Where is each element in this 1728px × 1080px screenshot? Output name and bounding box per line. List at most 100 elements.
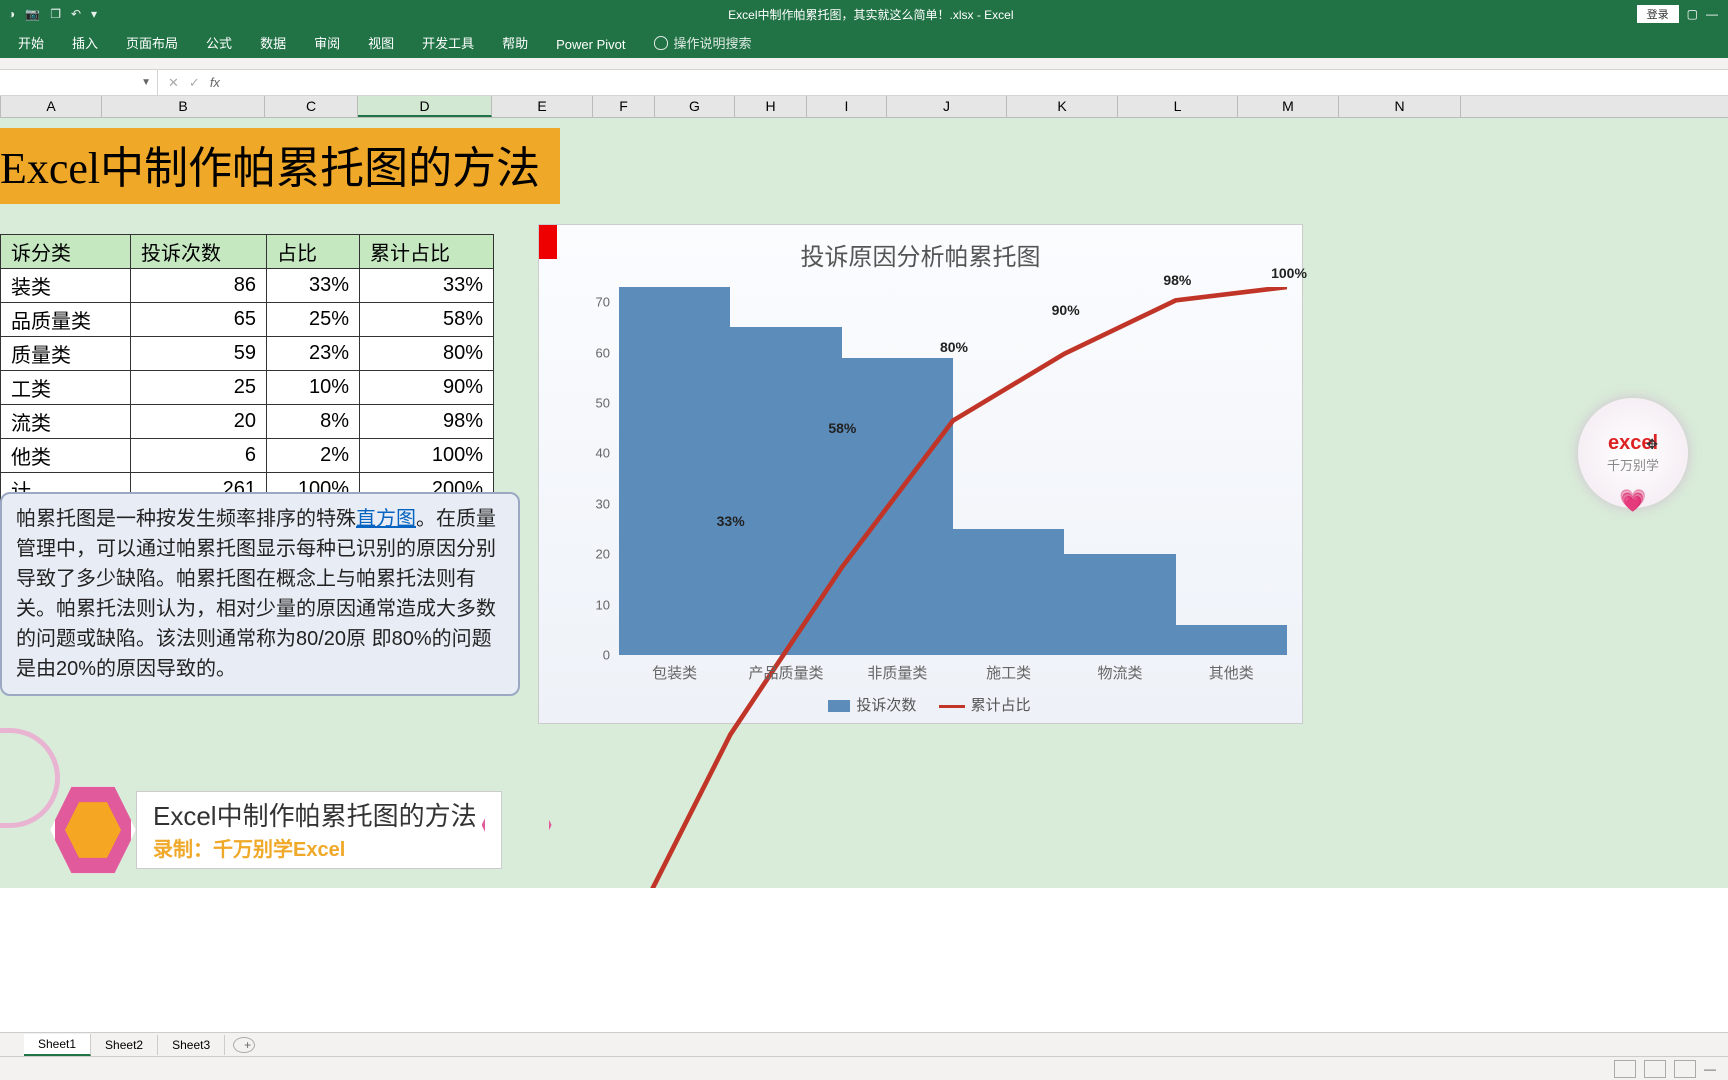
tab-formulas[interactable]: 公式 [192, 27, 246, 58]
table-row[interactable]: 质量类5923%80% [1, 337, 494, 371]
table-cell[interactable]: 他类 [1, 439, 131, 473]
table-cell[interactable]: 59 [131, 337, 267, 371]
data-table[interactable]: 诉分类投诉次数占比累计占比装类8633%33%品质量类6525%58%质量类59… [0, 234, 494, 507]
table-cell[interactable]: 25% [267, 303, 360, 337]
table-cell[interactable]: 23% [267, 337, 360, 371]
col-header-G[interactable]: G [655, 96, 735, 117]
title-bar: ◑ 📷 ❐ ↶ ▾ Excel中制作帕累托图，其实就这么简单！.xlsx - E… [0, 0, 1728, 28]
col-header-M[interactable]: M [1238, 96, 1339, 117]
table-cell[interactable]: 流类 [1, 405, 131, 439]
name-box[interactable]: ▼ [0, 70, 158, 95]
table-row[interactable]: 他类62%100% [1, 439, 494, 473]
col-header-C[interactable]: C [265, 96, 358, 117]
table-cell[interactable]: 33% [267, 269, 360, 303]
table-cell[interactable]: 6 [131, 439, 267, 473]
table-row[interactable]: 装类8633%33% [1, 269, 494, 303]
table-cell[interactable]: 25 [131, 371, 267, 405]
ribbon-body [0, 58, 1728, 70]
worksheet[interactable]: Excel中制作帕累托图的方法 诉分类投诉次数占比累计占比装类8633%33%品… [0, 118, 1728, 888]
table-row[interactable]: 品质量类6525%58% [1, 303, 494, 337]
table-cell[interactable]: 2% [267, 439, 360, 473]
sheet-tab-Sheet3[interactable]: Sheet3 [158, 1035, 225, 1055]
table-row[interactable]: 流类208%98% [1, 405, 494, 439]
camera-icon[interactable]: 📷 [25, 7, 40, 21]
data-label: 98% [1163, 272, 1191, 288]
window-title: Excel中制作帕累托图，其实就这么简单！.xlsx - Excel [105, 6, 1637, 23]
tab-review[interactable]: 审阅 [300, 27, 354, 58]
table-cell[interactable]: 10% [267, 371, 360, 405]
desc-text-post: 。在质量管理中，可以通过帕累托图显示每种已识别的原因分别导致了多少缺陷。帕累托图… [16, 508, 496, 680]
col-header-A[interactable]: A [1, 96, 102, 117]
table-cell[interactable]: 58% [360, 303, 494, 337]
save-icon[interactable]: ❐ [50, 7, 61, 21]
tab-view[interactable]: 视图 [354, 27, 408, 58]
tell-me[interactable]: 操作说明搜索 [640, 27, 766, 58]
page-break-view-icon[interactable] [1674, 1060, 1696, 1078]
watermark-logo: excel 千万别学 ✥ 💗 [1578, 398, 1688, 508]
sheet-tab-Sheet1[interactable]: Sheet1 [24, 1034, 91, 1056]
table-cell[interactable]: 98% [360, 405, 494, 439]
lightbulb-icon [654, 36, 668, 50]
col-header-L[interactable]: L [1118, 96, 1238, 117]
zoom-out-icon[interactable]: — [1704, 1062, 1716, 1076]
page-layout-view-icon[interactable] [1644, 1060, 1666, 1078]
add-sheet-button[interactable]: + [233, 1037, 255, 1053]
normal-view-icon[interactable] [1614, 1060, 1636, 1078]
table-cell[interactable]: 86 [131, 269, 267, 303]
legend-line-label: 累计占比 [971, 697, 1031, 714]
col-header-F[interactable]: F [593, 96, 655, 117]
ribbon-options-icon[interactable]: ▢ [1687, 7, 1698, 21]
histogram-link[interactable]: 直方图 [356, 508, 416, 530]
table-header[interactable]: 投诉次数 [131, 235, 267, 269]
login-button[interactable]: 登录 [1637, 5, 1679, 23]
fx-icon[interactable]: fx [210, 75, 220, 90]
table-cell[interactable]: 装类 [1, 269, 131, 303]
tab-help[interactable]: 帮助 [488, 27, 542, 58]
table-cell[interactable]: 33% [360, 269, 494, 303]
chart-handle[interactable] [539, 225, 557, 259]
table-cell[interactable]: 品质量类 [1, 303, 131, 337]
enter-icon[interactable]: ✓ [189, 75, 200, 91]
tab-developer[interactable]: 开发工具 [408, 27, 488, 58]
table-cell[interactable]: 20 [131, 405, 267, 439]
pareto-chart[interactable]: 投诉原因分析帕累托图 010203040506070 33%58%80%90%9… [538, 224, 1303, 724]
table-cell[interactable]: 80% [360, 337, 494, 371]
tab-home[interactable]: 开始 [4, 27, 58, 58]
formula-bar: ▼ ✕ ✓ fx [0, 70, 1728, 96]
table-row[interactable]: 工类2510%90% [1, 371, 494, 405]
namebox-dropdown-icon[interactable]: ▼ [141, 77, 151, 88]
table-cell[interactable]: 工类 [1, 371, 131, 405]
col-header-I[interactable]: I [807, 96, 887, 117]
col-header-K[interactable]: K [1007, 96, 1118, 117]
col-header-E[interactable]: E [492, 96, 593, 117]
table-header[interactable]: 占比 [267, 235, 360, 269]
col-header-H[interactable]: H [735, 96, 807, 117]
col-header-J[interactable]: J [887, 96, 1007, 117]
tab-page-layout[interactable]: 页面布局 [112, 27, 192, 58]
minimize-icon[interactable]: — [1706, 7, 1718, 21]
tab-powerpivot[interactable]: Power Pivot [542, 31, 639, 58]
tab-data[interactable]: 数据 [246, 27, 300, 58]
col-header-D[interactable]: D [358, 96, 492, 117]
table-cell[interactable]: 8% [267, 405, 360, 439]
cancel-icon[interactable]: ✕ [168, 75, 179, 91]
col-header-B[interactable]: B [102, 96, 265, 117]
caption-line2: 录制：千万别学Excel [153, 833, 477, 862]
y-tick: 10 [596, 597, 610, 612]
video-caption: Excel中制作帕累托图的方法 录制：千万别学Excel [50, 782, 502, 878]
table-cell[interactable]: 90% [360, 371, 494, 405]
undo-icon[interactable]: ↶ [71, 7, 81, 21]
ribbon-tabs: 开始 插入 页面布局 公式 数据 审阅 视图 开发工具 帮助 Power Piv… [0, 28, 1728, 58]
data-label: 58% [828, 420, 856, 436]
autosave-icon[interactable]: ◑ [8, 7, 15, 21]
table-cell[interactable]: 65 [131, 303, 267, 337]
tab-insert[interactable]: 插入 [58, 27, 112, 58]
table-header[interactable]: 累计占比 [360, 235, 494, 269]
col-header-N[interactable]: N [1339, 96, 1461, 117]
sheet-tab-Sheet2[interactable]: Sheet2 [91, 1035, 158, 1055]
table-cell[interactable]: 质量类 [1, 337, 131, 371]
table-header[interactable]: 诉分类 [1, 235, 131, 269]
table-cell[interactable]: 100% [360, 439, 494, 473]
qat-dropdown-icon[interactable]: ▾ [91, 7, 97, 21]
y-tick: 60 [596, 345, 610, 360]
